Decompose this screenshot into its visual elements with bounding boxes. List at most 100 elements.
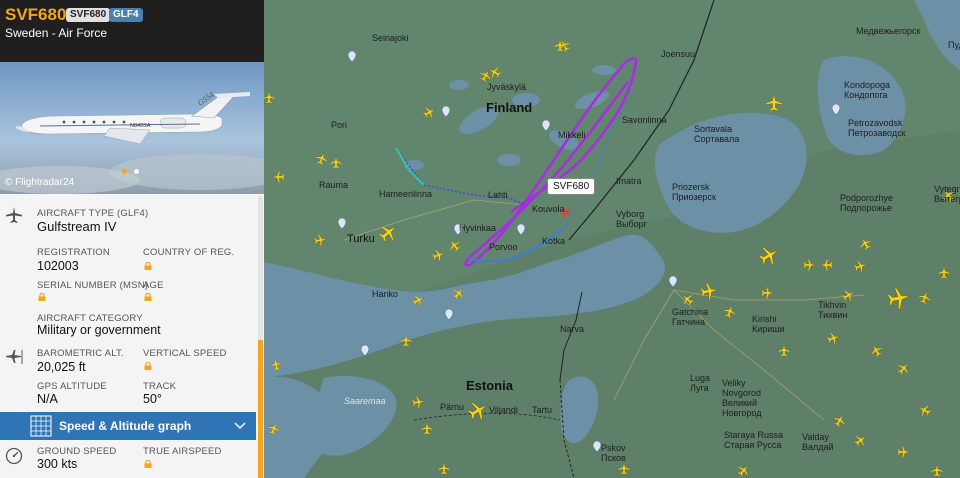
barometric-altitude-value: 20,025 ft bbox=[37, 360, 86, 374]
city-label-luga-ru: Луга bbox=[690, 383, 709, 393]
city-label-luga: Luga bbox=[690, 373, 711, 383]
city-label-veliky-ru: Великий bbox=[722, 398, 757, 408]
ground-speed-value: 300 kts bbox=[37, 457, 78, 471]
city-label-vytegra-ru: Вытегр bbox=[934, 194, 960, 204]
photo-credit: © Flightradar24 bbox=[5, 177, 75, 188]
city-label-viljandi: Viljandi bbox=[489, 405, 518, 415]
city-label-hanko: Hanko bbox=[372, 289, 399, 299]
city-label-pskov-ru: Псков bbox=[601, 453, 626, 463]
selected-flight-tag[interactable]: SVF680 bbox=[547, 178, 596, 195]
city-label-priozersk: Priozersk bbox=[672, 182, 710, 192]
city-label-tartu: Tartu bbox=[532, 405, 553, 415]
city-label-rauma: Rauma bbox=[319, 180, 349, 190]
country-label-finland: Finland bbox=[486, 100, 533, 115]
painted-registration: N840SA bbox=[130, 123, 151, 129]
flight-header: SVF680 SVF680 GLF4 Sweden - Air Force bbox=[0, 0, 264, 62]
true-airspeed-label: TRUE AIRSPEED bbox=[143, 446, 222, 457]
lock-icon[interactable] bbox=[144, 293, 152, 301]
aircraft-type-pill: GLF4 bbox=[109, 8, 143, 22]
gps-altitude-value: N/A bbox=[37, 392, 58, 406]
city-label-porvoo: Porvoo bbox=[489, 242, 518, 252]
details-scrollbar-thumb[interactable] bbox=[258, 340, 263, 478]
aircraft-photo[interactable]: N840SA G554 bbox=[0, 62, 264, 194]
city-label-pskov: Pskov bbox=[601, 443, 626, 453]
city-label-medvezhyegorsk-ru: Медвежьегорск bbox=[856, 26, 921, 36]
city-label-gatchina-ru: Гатчина bbox=[672, 317, 705, 327]
city-label-vytegra: Vytegr bbox=[934, 184, 960, 194]
city-label-staraya-russa-ru: Старая Русса bbox=[724, 440, 782, 450]
vertical-speed-label: VERTICAL SPEED bbox=[143, 348, 227, 359]
city-label-pori: Pori bbox=[331, 120, 348, 130]
altitude-icon bbox=[6, 350, 23, 364]
city-label-parnu: Pärnu bbox=[440, 402, 465, 412]
registration-value: 102003 bbox=[37, 259, 79, 273]
city-label-podporozhye-ru: Подпорожье bbox=[840, 203, 893, 213]
city-label-kirishi: Kirishi bbox=[752, 314, 777, 324]
city-label-seinajoki: Seinajoki bbox=[372, 33, 409, 43]
city-label-kotka: Kotka bbox=[542, 236, 566, 246]
city-label-pudozh-ru: Пудо bbox=[948, 40, 960, 50]
city-label-kondopoga-ru: Кондопога bbox=[844, 90, 888, 100]
aircraft-category-value: Military or government bbox=[37, 323, 161, 337]
city-label-priozersk-ru: Приозерск bbox=[672, 192, 716, 202]
city-label-hameenlinna: Hameenlinna bbox=[379, 189, 433, 199]
lock-icon[interactable] bbox=[144, 460, 152, 468]
city-label-lahti: Lahti bbox=[488, 190, 508, 200]
operator-name: Sweden - Air Force bbox=[5, 26, 108, 40]
city-label-turku: Turku bbox=[347, 233, 375, 245]
city-label-petrozavodsk: Petrozavodsk bbox=[848, 118, 903, 128]
aircraft-type-value: Gulfstream IV bbox=[37, 219, 117, 234]
city-label-valday-ru: Валдай bbox=[802, 442, 834, 452]
registration-label: REGISTRATION bbox=[37, 247, 110, 258]
city-label-tikhvin: Tikhvin bbox=[818, 300, 847, 310]
serial-number-label: SERIAL NUMBER (MSN) bbox=[37, 280, 149, 291]
island-label-saaremaa: Saaremaa bbox=[344, 396, 386, 406]
speed-altitude-graph-label: Speed & Altitude graph bbox=[59, 419, 192, 433]
graph-grid-icon bbox=[30, 415, 52, 437]
city-label-veliky: Veliky bbox=[722, 378, 746, 388]
city-label-savonlinna: Savonlinna bbox=[622, 115, 667, 125]
track-label: TRACK bbox=[143, 381, 177, 392]
city-label-sortavala-ru: Сортавала bbox=[694, 134, 740, 144]
city-label-vyborg: Vyborg bbox=[616, 209, 645, 219]
city-label-kouvola: Kouvola bbox=[532, 204, 565, 214]
callsign: SVF680 bbox=[5, 5, 67, 24]
city-label-imatra: Imatra bbox=[616, 176, 642, 186]
callsign-pill: SVF680 bbox=[66, 8, 111, 22]
city-label-novgorod: Novgorod bbox=[722, 388, 762, 398]
city-label-sortavala: Sortavala bbox=[694, 124, 733, 134]
flight-map[interactable]: Finland Estonia Turku Hameenlinna Lahti … bbox=[264, 0, 960, 478]
city-label-tikhvin-ru: Тихвин bbox=[818, 310, 848, 320]
country-label: COUNTRY OF REG. bbox=[143, 247, 235, 258]
aircraft-type-label: AIRCRAFT TYPE (GLF4) bbox=[37, 208, 149, 219]
gps-altitude-label: GPS ALTITUDE bbox=[37, 381, 107, 392]
city-label-jyvaskyla: Jyväskylä bbox=[487, 82, 527, 92]
track-value: 50° bbox=[143, 392, 162, 406]
city-label-podporozhye: Podporozhye bbox=[840, 193, 894, 203]
city-label-kirishi-ru: Кириши bbox=[752, 324, 785, 334]
lock-icon[interactable] bbox=[38, 293, 46, 301]
country-label-estonia: Estonia bbox=[466, 378, 513, 393]
city-label-petrozavodsk-ru: Петрозаводск bbox=[848, 128, 906, 138]
age-label: AGE bbox=[143, 280, 164, 291]
chevron-down-icon[interactable] bbox=[234, 421, 246, 431]
city-label-vyborg-ru: Выборг bbox=[616, 219, 647, 229]
photo-carousel-dot[interactable] bbox=[134, 169, 139, 174]
city-label-gatchina: Gatchina bbox=[672, 307, 709, 317]
city-label-novgorod-ru: Новгород bbox=[722, 408, 762, 418]
aircraft-photo-illustration: N840SA G554 bbox=[0, 62, 264, 194]
speedometer-icon bbox=[5, 447, 23, 465]
flight-info-panel: SVF680 SVF680 GLF4 Sweden - Air Force N8… bbox=[0, 0, 264, 478]
speed-altitude-graph-button[interactable]: Speed & Altitude graph bbox=[0, 412, 256, 440]
city-label-joensuu: Joensuu bbox=[661, 49, 696, 59]
barometric-altitude-label: BAROMETRIC ALT. bbox=[37, 348, 124, 359]
photo-carousel-dot-active[interactable] bbox=[122, 169, 127, 174]
city-label-kondopoga: Kondopoga bbox=[844, 80, 891, 90]
city-label-valday: Valday bbox=[802, 432, 829, 442]
ground-speed-label: GROUND SPEED bbox=[37, 446, 117, 457]
lock-icon[interactable] bbox=[144, 362, 152, 370]
lock-icon[interactable] bbox=[144, 262, 152, 270]
city-label-hyvinkaa: Hyvinkaa bbox=[459, 223, 497, 233]
city-label-mikkeli: Mikkeli bbox=[558, 130, 586, 140]
city-label-staraya-russa: Staraya Russa bbox=[724, 430, 784, 440]
